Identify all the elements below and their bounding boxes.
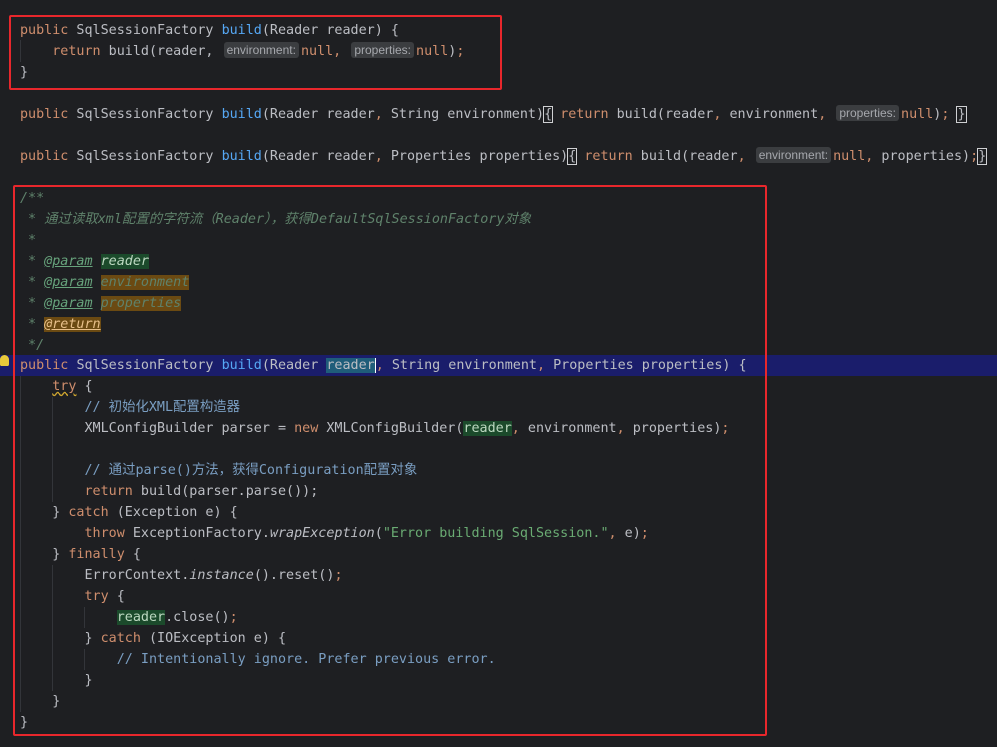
- highlight-box-main: [13, 185, 767, 736]
- code-line[interactable]: public SqlSessionFactory build(Reader re…: [20, 104, 967, 125]
- inlay-hint: environment:: [755, 147, 832, 163]
- highlight-box-top: [9, 15, 502, 90]
- folded-brace[interactable]: {: [543, 106, 554, 123]
- folded-brace[interactable]: {: [567, 148, 578, 165]
- code-line[interactable]: public SqlSessionFactory build(Reader re…: [20, 146, 988, 167]
- lightbulb-icon[interactable]: [0, 355, 9, 366]
- folded-brace[interactable]: }: [977, 148, 988, 165]
- folded-brace[interactable]: }: [956, 106, 967, 123]
- inlay-hint: properties:: [836, 105, 900, 121]
